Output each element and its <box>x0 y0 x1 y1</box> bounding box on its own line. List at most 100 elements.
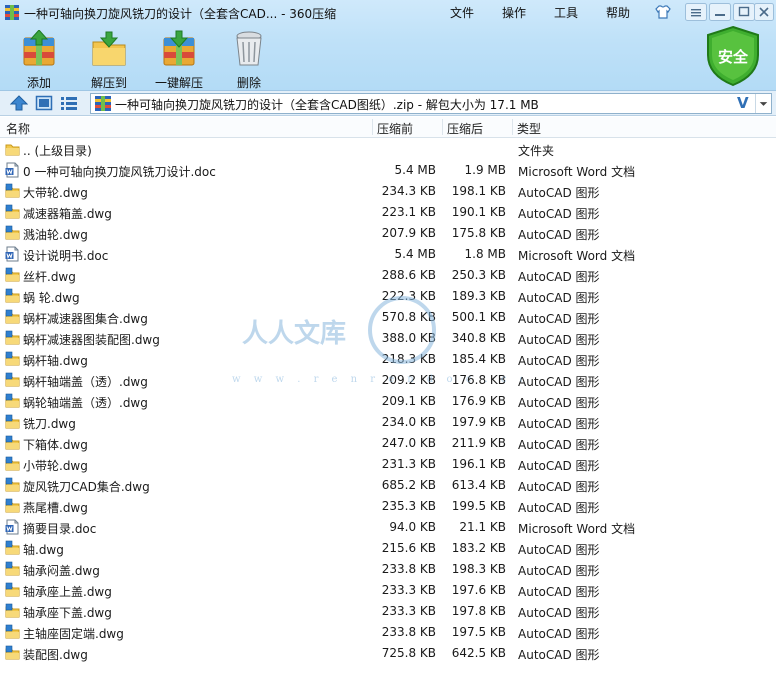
file-size-before: 233.8 KB <box>381 625 436 639</box>
file-name: 设计说明书.doc <box>23 249 109 263</box>
menu-help[interactable]: 帮助 <box>606 4 630 21</box>
skin-shirt-icon[interactable] <box>655 4 671 20</box>
minimize-button[interactable] <box>709 3 731 21</box>
close-button[interactable] <box>754 3 774 21</box>
file-size-before: 94.0 KB <box>389 520 436 534</box>
file-name: 蜗杆轴端盖（透）.dwg <box>23 375 148 389</box>
file-row[interactable]: 大带轮.dwg 234.3 KB 198.1 KB AutoCAD 图形 <box>0 181 776 202</box>
file-size-after: 198.1 KB <box>451 184 506 198</box>
large-icon-view-icon[interactable] <box>35 95 53 111</box>
file-row[interactable]: 摘要目录.doc 94.0 KB 21.1 KB Microsoft Word 文档 <box>0 517 776 538</box>
file-size-before: 570.8 KB <box>381 310 436 324</box>
file-row[interactable]: 蜗轮轴端盖（透）.dwg 209.1 KB 176.9 KB AutoCAD 图形 <box>0 391 776 412</box>
title-bar: 一种可轴向换刀旋风铣刀的设计（全套含CAD... - 360压缩 文件 操作 工… <box>0 0 776 26</box>
file-row[interactable]: 蜗 轮.dwg 222.3 KB 189.3 KB AutoCAD 图形 <box>0 286 776 307</box>
file-row[interactable]: 下箱体.dwg 247.0 KB 211.9 KB AutoCAD 图形 <box>0 433 776 454</box>
dwg-file-icon <box>5 414 20 429</box>
dwg-file-icon <box>5 288 20 303</box>
menu-operation[interactable]: 操作 <box>502 4 526 21</box>
file-row[interactable]: 铣刀.dwg 234.0 KB 197.9 KB AutoCAD 图形 <box>0 412 776 433</box>
file-type: AutoCAD 图形 <box>518 312 600 326</box>
file-size-after: 340.8 KB <box>451 331 506 345</box>
security-label: 安全 <box>718 48 749 66</box>
file-size-before: 288.6 KB <box>381 268 436 282</box>
file-row[interactable]: 轴承座上盖.dwg 233.3 KB 197.6 KB AutoCAD 图形 <box>0 580 776 601</box>
dwg-file-icon <box>5 498 20 513</box>
file-row[interactable]: 轴承闷盖.dwg 233.8 KB 198.3 KB AutoCAD 图形 <box>0 559 776 580</box>
file-size-after: 176.9 KB <box>451 394 506 408</box>
file-row[interactable]: 减速器箱盖.dwg 223.1 KB 190.1 KB AutoCAD 图形 <box>0 202 776 223</box>
file-size-before: 223.1 KB <box>381 205 436 219</box>
file-size-before: 222.3 KB <box>381 289 436 303</box>
maximize-button[interactable] <box>733 3 755 21</box>
extract-to-button[interactable]: 解压到 <box>79 30 139 90</box>
dwg-file-icon <box>5 603 20 618</box>
file-size-before: 685.2 KB <box>381 478 436 492</box>
address-path-field[interactable]: 一种可轴向换刀旋风铣刀的设计（全套含CAD图纸）.zip - 解包大小为 17.… <box>90 93 772 114</box>
address-bar-row: 一种可轴向换刀旋风铣刀的设计（全套含CAD图纸）.zip - 解包大小为 17.… <box>0 91 776 116</box>
file-type: AutoCAD 图形 <box>518 585 600 599</box>
file-size-before: 218.3 KB <box>381 352 436 366</box>
file-row[interactable]: 蜗杆减速器图装配图.dwg 388.0 KB 340.8 KB AutoCAD 图形 <box>0 328 776 349</box>
file-size-after: 183.2 KB <box>451 541 506 555</box>
file-row[interactable]: 0 一种可轴向换刀旋风铣刀设计.doc 5.4 MB 1.9 MB Microsoft… <box>0 160 776 181</box>
menu-dropdown-button[interactable] <box>685 3 707 21</box>
dwg-file-icon <box>5 351 20 366</box>
file-size-after: 197.5 KB <box>451 625 506 639</box>
delete-button[interactable]: 删除 <box>219 30 279 90</box>
file-type: AutoCAD 图形 <box>518 396 600 410</box>
address-dropdown-chevron-icon[interactable] <box>755 94 771 113</box>
file-row[interactable]: 轴.dwg 215.6 KB 183.2 KB AutoCAD 图形 <box>0 538 776 559</box>
file-size-before: 725.8 KB <box>381 646 436 660</box>
column-header-after[interactable]: 压缩后 <box>447 120 483 137</box>
one-click-extract-button[interactable]: 一键解压 <box>149 30 209 90</box>
file-row[interactable]: .. (上级目录) 文件夹 <box>0 139 776 160</box>
file-row[interactable]: 轴承座下盖.dwg 233.3 KB 197.8 KB AutoCAD 图形 <box>0 601 776 622</box>
file-row[interactable]: 溅油轮.dwg 207.9 KB 175.8 KB AutoCAD 图形 <box>0 223 776 244</box>
security-shield-icon[interactable]: 安全 <box>704 25 762 87</box>
file-name: 轴承座上盖.dwg <box>23 585 112 599</box>
file-type: Microsoft Word 文档 <box>518 249 636 263</box>
add-button[interactable]: 添加 <box>9 30 69 90</box>
column-separator[interactable] <box>372 119 373 135</box>
file-row[interactable]: 蜗杆减速器图集合.dwg 570.8 KB 500.1 KB AutoCAD 图形 <box>0 307 776 328</box>
file-type: AutoCAD 图形 <box>518 375 600 389</box>
file-name: 摘要目录.doc <box>23 522 97 536</box>
dwg-file-icon <box>5 456 20 471</box>
dwg-file-icon <box>5 183 20 198</box>
file-size-after: 500.1 KB <box>451 310 506 324</box>
add-archive-icon <box>23 30 55 66</box>
file-row[interactable]: 蜗杆轴端盖（透）.dwg 209.2 KB 176.8 KB AutoCAD 图形 <box>0 370 776 391</box>
column-separator[interactable] <box>512 119 513 135</box>
up-arrow-icon[interactable] <box>10 95 28 111</box>
file-name: 蜗杆减速器图集合.dwg <box>23 312 148 326</box>
column-header-before[interactable]: 压缩前 <box>377 120 413 137</box>
file-size-before: 233.8 KB <box>381 562 436 576</box>
file-row[interactable]: 丝杆.dwg 288.6 KB 250.3 KB AutoCAD 图形 <box>0 265 776 286</box>
file-row[interactable]: 小带轮.dwg 231.3 KB 196.1 KB AutoCAD 图形 <box>0 454 776 475</box>
menu-file[interactable]: 文件 <box>450 4 474 21</box>
file-size-before: 233.3 KB <box>381 604 436 618</box>
address-path-text: 一种可轴向换刀旋风铣刀的设计（全套含CAD图纸）.zip - 解包大小为 17.… <box>115 98 539 112</box>
list-view-icon[interactable] <box>60 95 78 111</box>
file-row[interactable]: 燕尾槽.dwg 235.3 KB 199.5 KB AutoCAD 图形 <box>0 496 776 517</box>
file-size-before: 209.1 KB <box>381 394 436 408</box>
delete-button-label: 删除 <box>236 76 261 90</box>
file-type: AutoCAD 图形 <box>518 354 600 368</box>
file-row[interactable]: 主轴座固定端.dwg 233.8 KB 197.5 KB AutoCAD 图形 <box>0 622 776 643</box>
menu-tools[interactable]: 工具 <box>554 4 578 21</box>
column-header-name[interactable]: 名称 <box>6 120 30 137</box>
address-v-icon[interactable]: V <box>737 94 749 112</box>
file-name: 轴承闷盖.dwg <box>23 564 100 578</box>
file-size-after: 613.4 KB <box>451 478 506 492</box>
file-row[interactable]: 设计说明书.doc 5.4 MB 1.8 MB Microsoft Word 文档 <box>0 244 776 265</box>
file-row[interactable]: 蜗杆轴.dwg 218.3 KB 185.4 KB AutoCAD 图形 <box>0 349 776 370</box>
file-row[interactable]: 装配图.dwg 725.8 KB 642.5 KB AutoCAD 图形 <box>0 643 776 664</box>
file-size-before: 233.3 KB <box>381 583 436 597</box>
column-separator[interactable] <box>442 119 443 135</box>
word-doc-icon <box>5 162 19 178</box>
dwg-file-icon <box>5 309 20 324</box>
column-header-type[interactable]: 类型 <box>517 120 541 137</box>
file-row[interactable]: 旋风铣刀CAD集合.dwg 685.2 KB 613.4 KB AutoCAD 图形 <box>0 475 776 496</box>
file-size-before: 5.4 MB <box>394 247 436 261</box>
